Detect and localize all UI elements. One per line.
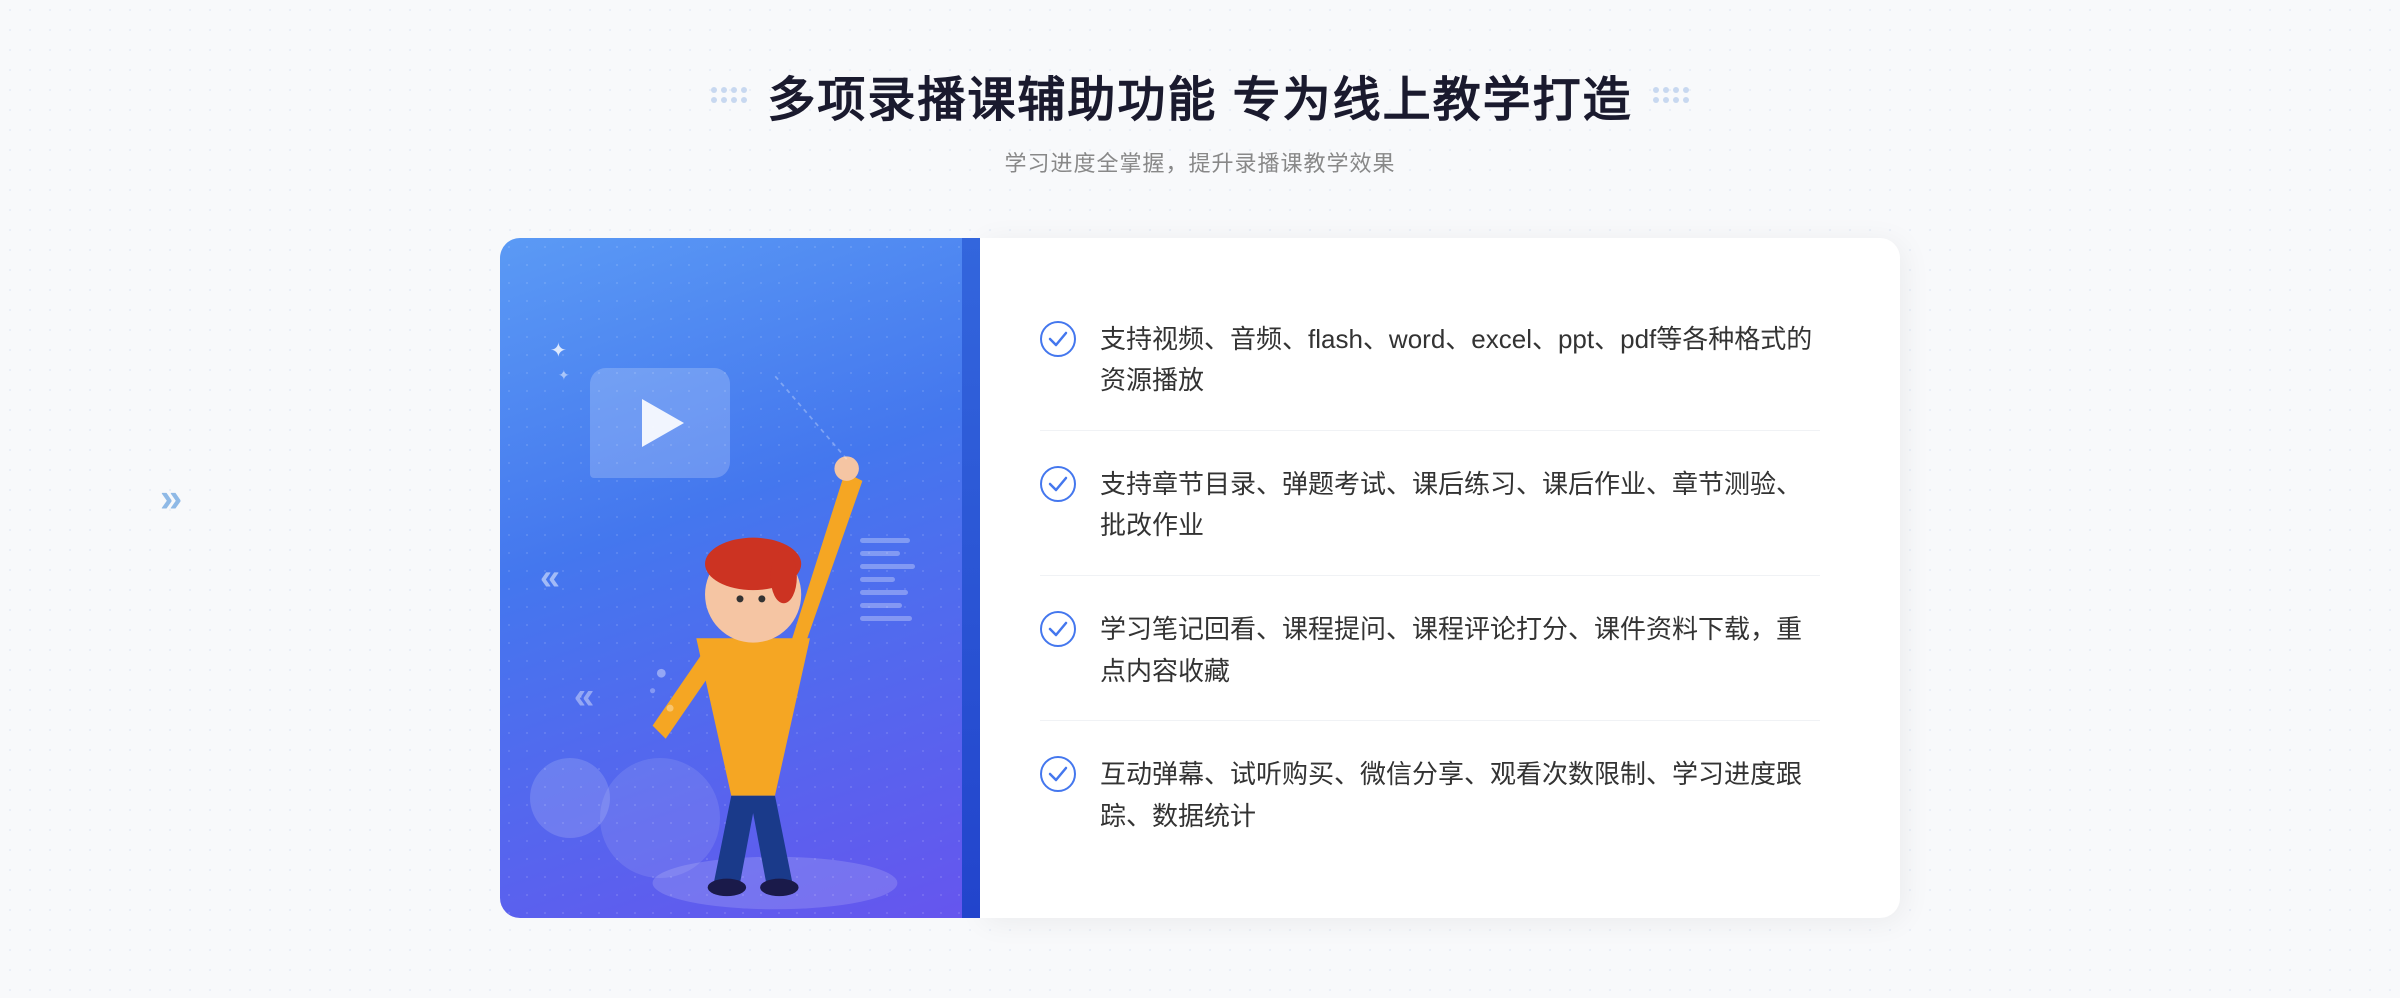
- feature-text-4: 互动弹幕、试听购买、微信分享、观看次数限制、学习进度跟踪、数据统计: [1100, 754, 1820, 837]
- feature-text-1: 支持视频、音频、flash、word、excel、ppt、pdf等各种格式的资源…: [1100, 319, 1820, 402]
- illustration-panel: ✦ ✦ «: [500, 238, 980, 918]
- feature-text-2: 支持章节目录、弹题考试、课后练习、课后作业、章节测验、批改作业: [1100, 464, 1820, 547]
- check-icon-1: [1040, 321, 1076, 357]
- check-icon-3: [1040, 611, 1076, 647]
- title-row: 多项录播课辅助功能 专为线上教学打造: [711, 60, 1688, 130]
- header: 多项录播课辅助功能 专为线上教学打造 学习进度全掌握，提升录播课教学效果: [711, 60, 1688, 178]
- feature-item-1: 支持视频、音频、flash、word、excel、ppt、pdf等各种格式的资源…: [1040, 291, 1820, 431]
- feature-item-3: 学习笔记回看、课程提问、课程评论打分、课件资料下载，重点内容收藏: [1040, 581, 1820, 721]
- right-dot-grid: [1653, 87, 1689, 103]
- svg-text:«: «: [574, 675, 594, 716]
- page-title: 多项录播课辅助功能 专为线上教学打造: [767, 60, 1632, 130]
- content-panel: 支持视频、音频、flash、word、excel、ppt、pdf等各种格式的资源…: [980, 238, 1900, 918]
- feature-item-2: 支持章节目录、弹题考试、课后练习、课后作业、章节测验、批改作业: [1040, 436, 1820, 576]
- check-icon-4: [1040, 756, 1076, 792]
- person-illustration: «: [500, 306, 980, 918]
- check-icon-2: [1040, 466, 1076, 502]
- page-container: » 多项录播课辅助功能 专为线上教学打造 学习进度全掌握，提升录播课教学效果: [0, 0, 2400, 998]
- content-area: ✦ ✦ «: [500, 238, 1900, 918]
- page-subtitle: 学习进度全掌握，提升录播课教学效果: [711, 146, 1688, 178]
- feature-text-3: 学习笔记回看、课程提问、课程评论打分、课件资料下载，重点内容收藏: [1100, 609, 1820, 692]
- feature-item-4: 互动弹幕、试听购买、微信分享、观看次数限制、学习进度跟踪、数据统计: [1040, 726, 1820, 865]
- left-arrows-icon: »: [160, 477, 182, 522]
- left-decoration: »: [160, 477, 182, 522]
- left-dot-grid: [711, 87, 747, 103]
